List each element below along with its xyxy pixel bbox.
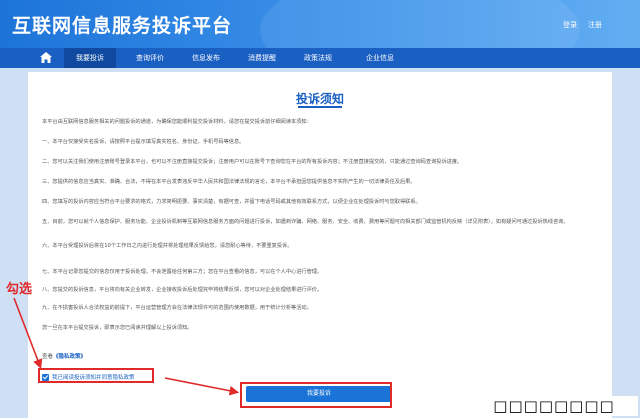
notice-paragraph: 本平台由互联网信息服务相关的问题投诉的通道，为确保您能顺利提交投诉材料，请您在提… (42, 119, 312, 125)
privacy-prefix: 查看 (42, 354, 54, 360)
notice-paragraph: 二、您可以关注我们使用注册账号登录本平台，也可以不注册直接提交投诉；注册用户可以… (42, 159, 463, 165)
notice-paragraph: 五、目前，您可以就个人信息保护、服务功能、企业投诉机制等互联网信息服务方面的问题… (42, 219, 569, 225)
annotation-label: 勾选 (6, 282, 33, 297)
header-decoration (260, 0, 580, 48)
nav-item-consumer[interactable]: 消费提醒 (236, 48, 288, 68)
nav-item-complain[interactable]: 我要投诉 (64, 48, 116, 68)
annotation-box-submit (240, 382, 392, 408)
site-header: 互联网信息服务投诉平台 登录 注册 (0, 0, 640, 48)
site-title[interactable]: 互联网信息服务投诉平台 (12, 11, 232, 38)
title-underline (298, 106, 342, 108)
watermark: □□□□□□□□ (470, 396, 638, 416)
nav-item-policy[interactable]: 政策法规 (292, 48, 344, 68)
privacy-line: 查看《隐私政策》 (42, 352, 86, 360)
annotation-box-agree (38, 368, 154, 383)
login-link[interactable]: 登录 (563, 20, 577, 30)
register-link[interactable]: 注册 (588, 20, 602, 30)
notice-paragraph: 一、本平台仅接受实名投诉，请按照平台提示填写真实姓名、身份证、手机号码等信息。 (42, 139, 245, 145)
notice-paragraph: 您一旦在本平台提交投诉，即表示您已阅读并理解以上投诉须知。 (42, 325, 193, 331)
notice-paragraph: 九、在不损害投诉人合法权益的前提下，平台运营管理方会在法律法规许可的范围内使用数… (42, 305, 312, 311)
notice-title: 投诉须知 (295, 92, 344, 106)
nav-item-query[interactable]: 查询评价 (124, 48, 176, 68)
main-nav: 我要投诉 查询评价 信息发布 消费提醒 政策法规 企业信息 (0, 48, 640, 68)
notice-paragraph: 六、本平台受理投诉后将在10个工作日之内进行处理并将处理结果反馈给您，请您耐心等… (42, 243, 293, 249)
notice-paragraph: 四、您填写的投诉内容应当符合平台要求的格式，力求简明扼要、事实清楚，有据可查，并… (42, 199, 421, 205)
home-icon (40, 52, 52, 63)
notice-paragraph: 八、您提交的投诉信息，平台将向有关企业转发，企业接收投诉后处理完毕将结果反馈，您… (42, 287, 323, 293)
notice-panel: 投诉须知 本平台由互联网信息服务相关的问题投诉的通道，为确保您能顺利提交投诉材料… (28, 72, 612, 418)
notice-paragraph: 七、本平台记录您提交的信息仅用于投诉处理，不会泄露给任何第三方；您在平台查看的信… (42, 269, 323, 275)
privacy-policy-link[interactable]: 《隐私政策》 (53, 354, 86, 360)
nav-home[interactable] (32, 48, 60, 68)
notice-paragraph: 三、您提供的信息应当真实、准确、合法，不得在本平台发表违反中华人民共和国法律法规… (42, 179, 416, 185)
nav-item-company[interactable]: 企业信息 (354, 48, 406, 68)
nav-item-publish[interactable]: 信息发布 (180, 48, 232, 68)
